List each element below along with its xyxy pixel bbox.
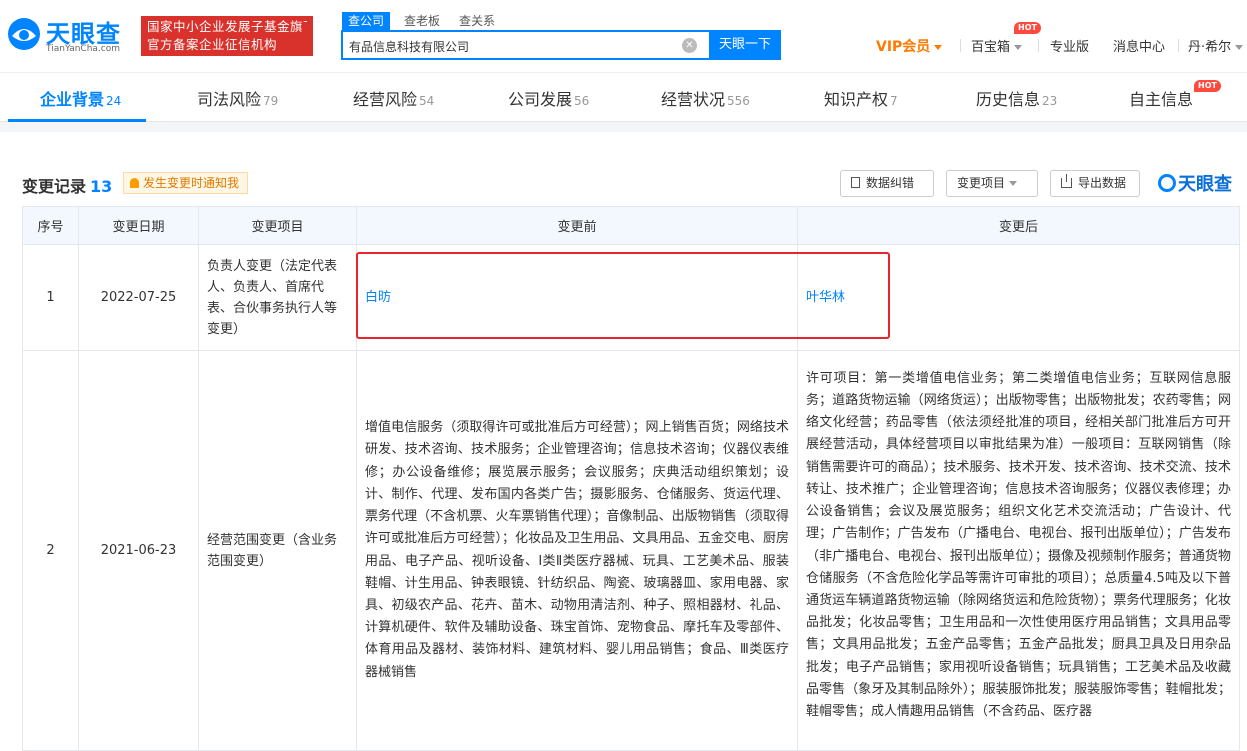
change-item: 负责人变更（法定代表人、负责人、首席代表、合伙事务执行人等变更） <box>198 244 357 351</box>
tab-count: 23 <box>1042 94 1058 108</box>
baibaoxiang-menu[interactable]: 百宝箱 <box>971 36 1023 55</box>
search-box: ✕ <box>341 30 709 60</box>
document-icon <box>851 177 860 188</box>
change-date: 2021-06-23 <box>78 350 199 751</box>
change-item: 经营范围变更（含业务范围变更） <box>198 350 357 751</box>
divider <box>1178 39 1179 52</box>
hot-badge: HOT <box>1194 80 1221 92</box>
highlight-box <box>356 252 890 339</box>
tab-company-development[interactable]: 公司发展 56 <box>508 86 589 110</box>
tab-count: 54 <box>419 94 435 108</box>
search-tab-relation[interactable]: 查关系 <box>453 12 501 30</box>
data-correction-button[interactable]: 数据纠错 <box>840 170 934 197</box>
row-number: 1 <box>22 244 79 351</box>
watermark-text: 天眼查 <box>1178 174 1232 195</box>
tab-intellectual-property[interactable]: 知识产权 7 <box>824 86 898 110</box>
tab-count: 56 <box>574 94 590 108</box>
tab-label: 知识产权 <box>824 90 889 109</box>
tab-label: 司法风险 <box>197 90 262 109</box>
tianyancha-watermark: 天眼查 <box>1158 170 1232 196</box>
notify-label: 发生变更时通知我 <box>143 176 240 190</box>
main-tabs: 企业背景 24 司法风险 79 经营风险 54 公司发展 56 经营状况 556 知识产权… <box>0 72 1247 122</box>
section-title-text: 变更记录 <box>22 177 87 196</box>
tab-operation-risk[interactable]: 经营风险 54 <box>353 86 434 110</box>
chevron-down-icon <box>1235 45 1244 50</box>
chevron-down-icon <box>934 45 943 50</box>
tab-legal-risk[interactable]: 司法风险 79 <box>197 86 278 110</box>
column-header-before: 变更前 <box>356 206 798 245</box>
eye-logo-icon <box>8 18 40 50</box>
slogan-banner: 国家中小企业发展子基金旗下 官方备案企业征信机构 <box>141 16 313 56</box>
pro-version-link[interactable]: 专业版 <box>1050 36 1089 55</box>
section-count: 13 <box>90 177 113 196</box>
clear-icon[interactable]: ✕ <box>682 38 697 53</box>
vip-label: VIP会员 <box>876 39 931 55</box>
tab-label: 企业背景 <box>40 90 105 109</box>
change-date: 2022-07-25 <box>78 244 199 351</box>
chevron-down-icon <box>1014 45 1023 50</box>
chevron-down-icon <box>1009 181 1018 186</box>
top-bar: 天眼查 TianYanCha.com 国家中小企业发展子基金旗下 官方备案企业征… <box>0 0 1247 72</box>
tab-count: 7 <box>890 94 898 108</box>
export-data-button[interactable]: 导出数据 <box>1050 170 1140 197</box>
search-tab-company[interactable]: 查公司 <box>342 12 391 30</box>
notify-on-change-button[interactable]: 发生变更时通知我 <box>123 172 249 194</box>
tab-label: 自主信息 <box>1129 90 1194 109</box>
bell-icon <box>130 178 139 188</box>
search-input[interactable] <box>349 36 669 56</box>
value-before: 增值电信服务（须取得许可或批准后方可经营）；网上销售百货；网络技术研发、技术咨询… <box>356 350 798 751</box>
eye-logo-icon <box>1158 174 1176 192</box>
tab-label: 公司发展 <box>508 90 573 109</box>
tianyancha-logo[interactable]: 天眼查 TianYanCha.com <box>6 14 134 58</box>
business-scope-before: 增值电信服务（须取得许可或批准后方可经营）；网上销售百货；网络技术研发、技术咨询… <box>365 420 789 680</box>
slogan-line-1: 国家中小企业发展子基金旗下 <box>147 19 307 34</box>
baibaoxiang-label: 百宝箱 <box>971 40 1011 55</box>
logo-subtext: TianYanCha.com <box>46 44 121 54</box>
column-header-after: 变更后 <box>797 206 1240 245</box>
user-menu[interactable]: 丹·希尔 <box>1188 36 1244 55</box>
divider <box>960 39 961 52</box>
search-tab-boss[interactable]: 查老板 <box>398 12 446 30</box>
table-row: 2 2021-06-23 经营范围变更（含业务范围变更） 增值电信服务（须取得许… <box>22 350 1240 751</box>
row-number: 2 <box>22 350 79 751</box>
search-button[interactable]: 天眼一下 <box>709 30 781 60</box>
user-name: 丹·希尔 <box>1188 40 1232 55</box>
column-header-no: 序号 <box>22 206 79 245</box>
export-data-label: 导出数据 <box>1078 176 1127 190</box>
tab-label: 经营状况 <box>661 90 726 109</box>
tab-self-info[interactable]: 自主信息 <box>1129 86 1193 110</box>
tab-count: 556 <box>727 94 750 108</box>
export-icon <box>1061 174 1072 188</box>
section-title: 变更记录 13 <box>22 173 112 197</box>
table-header-row: 序号 变更日期 变更项目 变更前 变更后 <box>22 206 1240 245</box>
tab-count: 24 <box>106 94 122 108</box>
message-center-link[interactable]: 消息中心 <box>1113 36 1165 55</box>
tab-history[interactable]: 历史信息 23 <box>976 86 1057 110</box>
column-header-date: 变更日期 <box>78 206 199 245</box>
tab-label: 经营风险 <box>353 90 418 109</box>
tab-operation-status[interactable]: 经营状况 556 <box>661 86 750 110</box>
value-after: 许可项目：第一类增值电信业务；第二类增值电信业务；互联网信息服务；道路货物运输（… <box>797 350 1240 751</box>
divider <box>1038 39 1039 52</box>
slogan-line-2: 官方备案企业征信机构 <box>147 37 278 52</box>
tab-label: 历史信息 <box>976 90 1041 109</box>
change-item-dropdown[interactable]: 变更项目 <box>946 170 1038 197</box>
vip-menu[interactable]: VIP会员 <box>876 36 943 56</box>
separator-band <box>0 122 1247 132</box>
change-item-label: 变更项目 <box>957 176 1006 190</box>
data-correction-label: 数据纠错 <box>866 176 915 190</box>
tab-count: 79 <box>263 94 279 108</box>
hot-badge: HOT <box>1014 22 1041 34</box>
business-scope-after: 许可项目：第一类增值电信业务；第二类增值电信业务；互联网信息服务；道路货物运输（… <box>806 370 1231 719</box>
tab-company-background[interactable]: 企业背景 24 <box>40 86 121 110</box>
column-header-item: 变更项目 <box>198 206 357 245</box>
